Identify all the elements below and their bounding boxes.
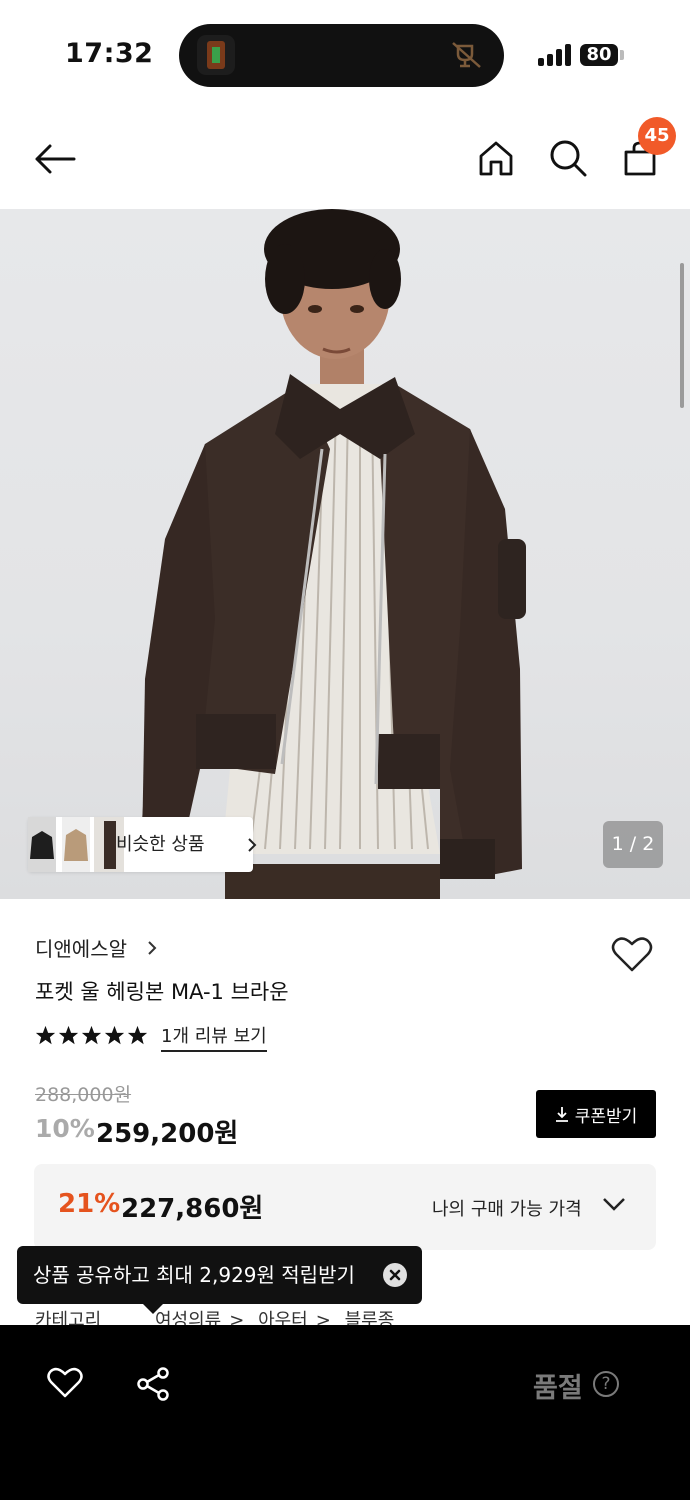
rating-stars: [35, 1025, 148, 1046]
similar-thumb-1: [28, 817, 56, 872]
sold-out-label: 품절: [533, 1373, 583, 1404]
status-bar: 17:32 80: [0, 0, 690, 110]
close-icon: [389, 1269, 401, 1281]
battery-icon: 80: [580, 44, 618, 66]
product-photo-illustration: [140, 209, 526, 899]
tooltip-close-button[interactable]: [383, 1263, 407, 1287]
help-icon[interactable]: ?: [593, 1371, 619, 1397]
my-price-value: 227,860원: [121, 1194, 264, 1224]
similar-thumb-2: [62, 817, 90, 872]
sale-price: 259,200원: [96, 1119, 239, 1149]
home-icon[interactable]: [478, 140, 514, 176]
coupon-label: 쿠폰받기: [574, 1106, 638, 1127]
status-time: 17:32: [65, 38, 154, 69]
dynamic-island: [179, 24, 504, 87]
live-activity-app-icon: [197, 35, 235, 75]
my-price-label: 나의 구매 가능 가격: [432, 1199, 582, 1220]
cart-count-badge: 45: [638, 117, 676, 155]
download-icon: [555, 1107, 568, 1122]
similar-products-button[interactable]: 비슷한 상품: [28, 817, 257, 872]
chevron-right-icon: [248, 838, 257, 852]
cellular-signal-icon: [538, 42, 572, 66]
image-page-indicator: 1 / 2: [603, 821, 663, 868]
star-icon: [81, 1025, 102, 1045]
coupon-download-button[interactable]: 쿠폰받기: [536, 1090, 656, 1138]
top-nav: [0, 110, 690, 210]
bottom-action-bar: [0, 1325, 690, 1500]
star-icon: [58, 1025, 79, 1045]
my-discount-percent: 21%: [58, 1189, 121, 1219]
wishlist-heart-icon[interactable]: [611, 935, 653, 973]
star-icon: [35, 1025, 56, 1045]
my-price-box[interactable]: 21% 227,860원 나의 구매 가능 가격: [34, 1164, 656, 1250]
back-arrow-icon[interactable]: [34, 143, 76, 175]
review-link[interactable]: 1개 리뷰 보기: [161, 1022, 267, 1052]
product-image[interactable]: [0, 209, 690, 899]
tooltip-text: 상품 공유하고 최대 2,929원 적립받기: [33, 1263, 355, 1287]
page-scrollbar[interactable]: [680, 263, 684, 408]
chevron-right-icon: [148, 941, 157, 955]
similar-products-label: 비슷한 상품: [116, 834, 205, 855]
discount-percent: 10%: [35, 1114, 95, 1143]
brand-link[interactable]: 디앤에스알: [35, 933, 127, 962]
tooltip-tail: [143, 1304, 163, 1314]
star-icon: [127, 1025, 148, 1045]
mic-muted-icon: [452, 42, 481, 68]
share-reward-tooltip: 상품 공유하고 최대 2,929원 적립받기: [17, 1246, 422, 1304]
battery-tip: [620, 50, 624, 60]
share-icon[interactable]: [135, 1366, 171, 1402]
wishlist-heart-icon[interactable]: [47, 1366, 83, 1398]
original-price: 288,000원: [35, 1084, 132, 1106]
star-icon: [104, 1025, 125, 1045]
chevron-down-icon: [603, 1198, 625, 1211]
product-name: 포켓 울 헤링본 MA-1 브라운: [35, 980, 289, 1004]
search-icon[interactable]: [549, 139, 587, 177]
